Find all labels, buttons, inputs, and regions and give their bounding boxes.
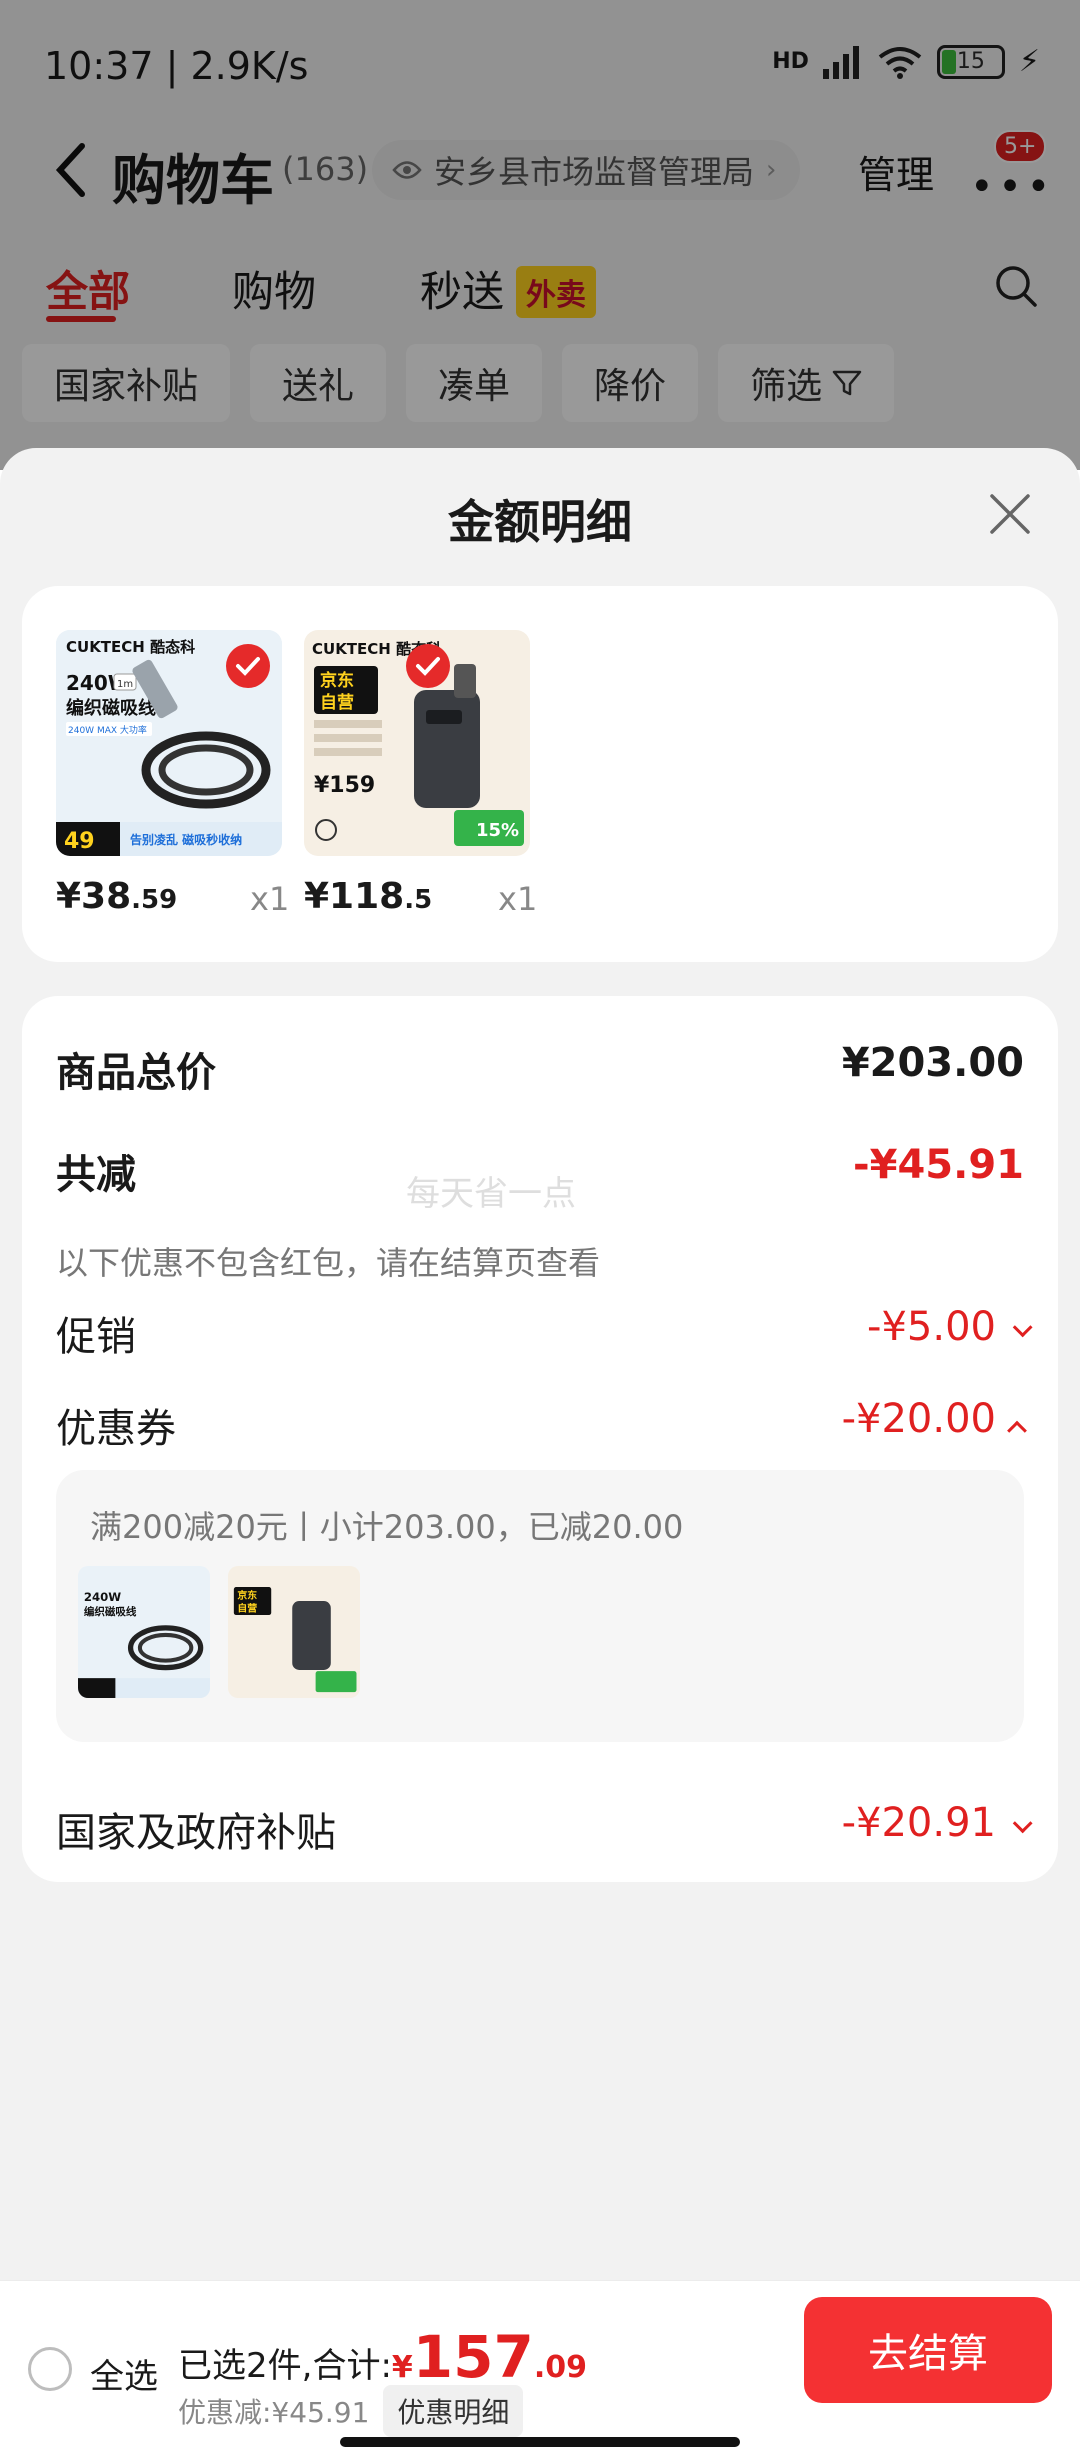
promotion-row-toggle[interactable]: -¥5.00 — [867, 1304, 1033, 1350]
chevron-up-icon — [1007, 1420, 1027, 1441]
select-all-checkbox[interactable] — [28, 2347, 72, 2391]
slogan-watermark: 每天省一点 — [406, 1174, 576, 1214]
modal-scrim[interactable] — [0, 0, 1080, 470]
subsidy-row-toggle[interactable]: -¥20.91 — [841, 1800, 1033, 1846]
svg-text:1m: 1m — [117, 679, 133, 690]
svg-text:京东: 京东 — [320, 670, 354, 691]
svg-text:告别凌乱 磁吸秒收纳: 告别凌乱 磁吸秒收纳 — [130, 832, 242, 847]
svg-text:49: 49 — [64, 829, 95, 854]
reduction-note: 以下优惠不包含红包，请在结算页查看 — [56, 1244, 601, 1282]
total-price-label: 商品总价 — [56, 1050, 216, 1096]
svg-text:¥159: ¥159 — [314, 773, 375, 798]
svg-text:编织磁吸线: 编织磁吸线 — [66, 697, 156, 719]
chevron-down-icon — [1012, 1317, 1033, 1338]
checked-icon — [406, 644, 450, 688]
product-price: ¥38.59 — [56, 876, 178, 917]
total-amount-int: 157 — [412, 2323, 534, 2391]
discount-amount: 优惠减:¥45.91 — [178, 2396, 370, 2429]
subsidy-label: 国家及政府补贴 — [56, 1810, 336, 1856]
selected-total: 已选2件,合计: ¥ 157 .09 — [178, 2323, 587, 2391]
svg-text:15%: 15% — [476, 820, 519, 841]
coupon-value: -¥20.00 — [841, 1396, 996, 1442]
product-qty: x1 — [250, 880, 290, 918]
discount-summary: 优惠减:¥45.91 优惠明细 — [178, 2385, 524, 2437]
svg-text:编织磁吸线: 编织磁吸线 — [84, 1605, 137, 1618]
promotion-value: -¥5.00 — [867, 1304, 996, 1350]
subsidy-value: -¥20.91 — [841, 1800, 996, 1846]
total-amount-dec: .09 — [533, 2350, 588, 2385]
price-summary-card: 商品总价 ¥203.00 每天省一点 共减 -¥45.91 以下优惠不包含红包，… — [22, 996, 1058, 1882]
coupon-description: 满200减20元丨小计203.00，已减20.00 — [90, 1508, 684, 1546]
coupon-product-thumb-power-bank: 京东 自营 — [228, 1566, 360, 1698]
discount-detail-button[interactable]: 优惠明细 — [383, 2385, 524, 2437]
home-indicator[interactable] — [340, 2437, 740, 2447]
total-currency: ¥ — [391, 2350, 413, 2385]
product-price: ¥118.5 — [304, 876, 433, 917]
close-icon[interactable] — [986, 490, 1034, 538]
total-reduction-value: -¥45.91 — [853, 1142, 1024, 1188]
svg-text:京东: 京东 — [237, 1589, 257, 1602]
price-detail-sheet: 金额明细 CUKTECH 酷态科 240W 1m 编织磁吸线 240W MAX … — [0, 448, 1080, 2280]
total-reduction-label: 共减 — [56, 1152, 136, 1198]
svg-text:自营: 自营 — [237, 1602, 257, 1615]
svg-text:240W: 240W — [84, 1590, 121, 1604]
svg-text:CUKTECH 酷态科: CUKTECH 酷态科 — [66, 638, 195, 656]
svg-text:自营: 自营 — [320, 692, 354, 713]
coupon-detail-box: 满200减20元丨小计203.00，已减20.00 240W 编织磁吸线 京东 — [56, 1470, 1024, 1742]
product-qty: x1 — [498, 880, 538, 918]
coupon-row-toggle[interactable]: -¥20.00 — [841, 1396, 1027, 1442]
selected-count-text: 已选2件,合计: — [178, 2346, 392, 2386]
checked-icon — [226, 644, 270, 688]
cart-page-background: 10:37 | 2.9K/s HD 15 ⚡ 购物车 (163) 安乡县市场监督… — [0, 0, 1080, 470]
select-all-label[interactable]: 全选 — [90, 2349, 158, 2398]
coupon-label: 优惠券 — [56, 1406, 176, 1452]
chevron-down-icon — [1012, 1813, 1033, 1834]
checkout-button[interactable]: 去结算 — [804, 2297, 1052, 2403]
promotion-label: 促销 — [56, 1314, 136, 1360]
svg-text:240W MAX 大功率: 240W MAX 大功率 — [68, 724, 147, 736]
coupon-product-thumb-cable: 240W 编织磁吸线 — [78, 1566, 210, 1698]
sheet-title: 金额明细 — [448, 495, 632, 549]
total-price-value: ¥203.00 — [841, 1040, 1024, 1086]
checkout-bar: 全选 已选2件,合计: ¥ 157 .09 优惠减:¥45.91 优惠明细 去结… — [0, 2280, 1080, 2460]
selected-products-card: CUKTECH 酷态科 240W 1m 编织磁吸线 240W MAX 大功率 4… — [22, 586, 1058, 962]
